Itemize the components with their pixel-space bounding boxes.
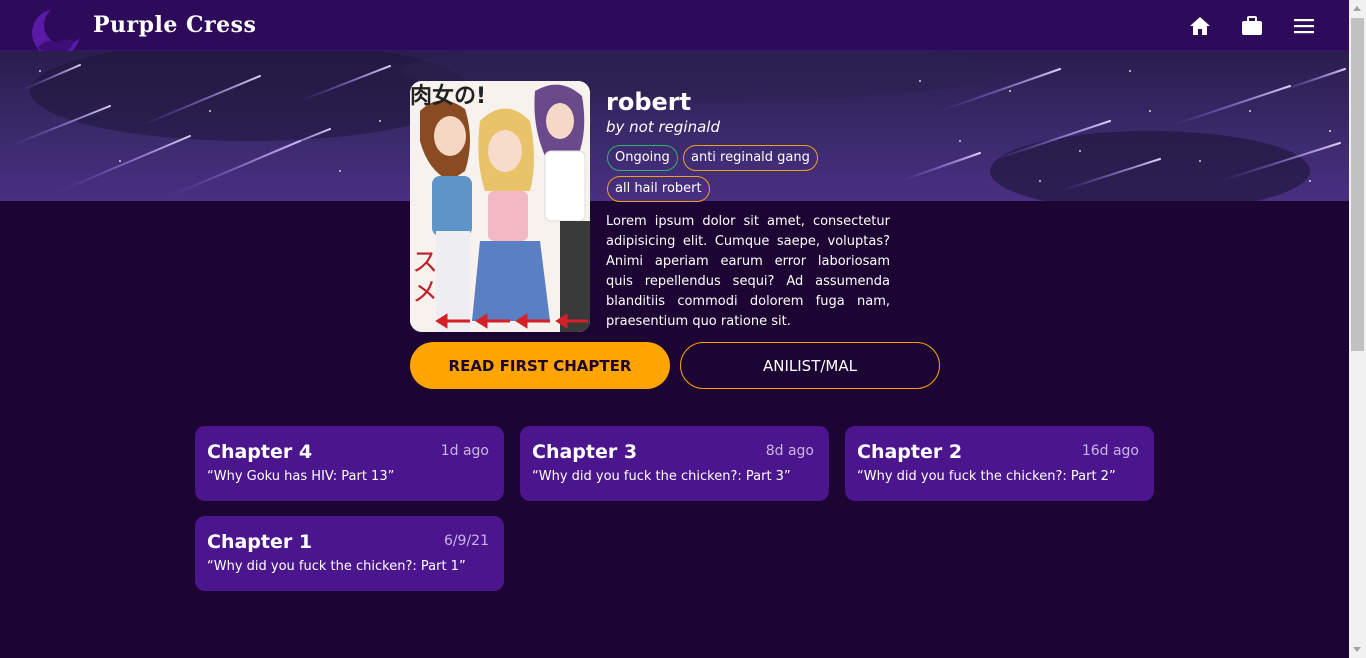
brand-name[interactable]: Purple Cress — [93, 12, 256, 38]
chapter-date: 1d ago — [440, 443, 489, 459]
chapter-subtitle: “Why did you fuck the chicken?: Part 2” — [857, 469, 1116, 484]
menu-icon[interactable] — [1292, 14, 1316, 38]
series-title: robert — [606, 88, 692, 116]
scrollbar-thumb[interactable] — [1351, 18, 1364, 351]
chapter-title: Chapter 3 — [532, 441, 638, 463]
navbar: Purple Cress — [0, 0, 1349, 57]
genre-tag[interactable]: anti reginald gang — [683, 145, 818, 171]
anilist-mal-button[interactable]: ANILIST/MAL — [680, 342, 940, 389]
scroll-down-arrow-icon[interactable] — [1353, 647, 1361, 652]
series-description: Lorem ipsum dolor sit amet, consectetur … — [606, 214, 890, 329]
chapter-subtitle: “Why did you fuck the chicken?: Part 3” — [532, 469, 791, 484]
chapter-subtitle: “Why did you fuck the chicken?: Part 1” — [207, 559, 466, 574]
chapter-title: Chapter 1 — [207, 531, 313, 553]
chapter-date: 6/9/21 — [443, 533, 489, 549]
read-first-chapter-button[interactable]: READ FIRST CHAPTER — [410, 342, 670, 389]
svg-text:肉女の!: 肉女の! — [410, 83, 486, 109]
chapter-card[interactable]: Chapter 3 8d ago “Why did you fuck the c… — [520, 426, 829, 501]
chapter-subtitle: “Why Goku has HIV: Part 13” — [207, 469, 395, 484]
status-badge[interactable]: Ongoing — [607, 145, 678, 171]
chapter-title: Chapter 2 — [857, 441, 963, 463]
svg-text:メ: メ — [412, 278, 438, 308]
chapter-date: 16d ago — [1081, 443, 1139, 459]
svg-text:ス: ス — [412, 248, 438, 278]
genre-tag[interactable]: all hail robert — [607, 176, 710, 202]
home-icon[interactable] — [1188, 14, 1212, 38]
briefcase-icon[interactable] — [1240, 14, 1264, 38]
chapter-card[interactable]: Chapter 2 16d ago “Why did you fuck the … — [845, 426, 1154, 501]
chapter-card[interactable]: Chapter 1 6/9/21 “Why did you fuck the c… — [195, 516, 504, 591]
series-author: by not reginald — [606, 118, 720, 136]
chapter-title: Chapter 4 — [207, 441, 313, 463]
chapter-date: 8d ago — [765, 443, 814, 459]
chapter-card[interactable]: Chapter 4 1d ago “Why Goku has HIV: Part… — [195, 426, 504, 501]
scroll-up-arrow-icon[interactable] — [1353, 6, 1361, 11]
cover-image: 肉女の! ス メ — [410, 81, 590, 332]
